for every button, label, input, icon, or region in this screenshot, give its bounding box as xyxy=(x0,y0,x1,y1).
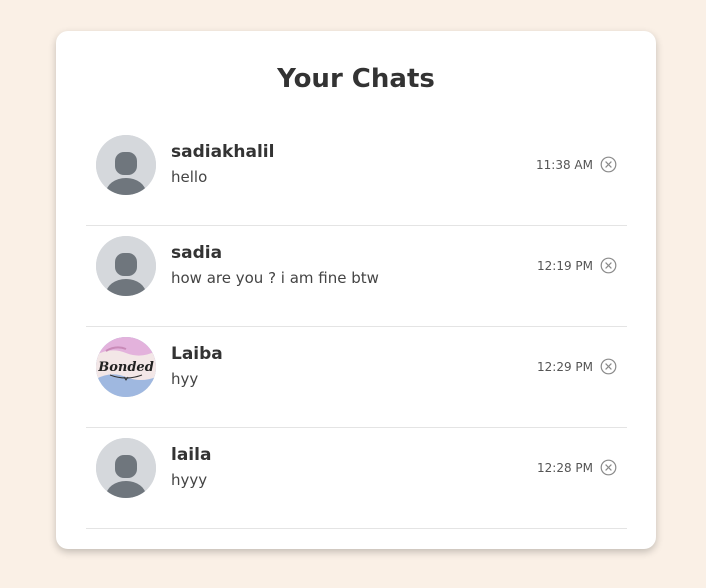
delete-chat-icon[interactable] xyxy=(600,257,617,274)
profile-photo-avatar: Bonded xyxy=(96,337,156,397)
chat-item-laila[interactable]: laila hyyy 12:28 PM xyxy=(86,428,627,529)
chat-last-message: hyy xyxy=(171,370,199,388)
chat-timestamp: 12:19 PM xyxy=(537,259,593,273)
chat-item-sadiakhalil[interactable]: sadiakhalil hello 11:38 AM xyxy=(86,125,627,226)
delete-chat-icon[interactable] xyxy=(600,459,617,476)
chat-name: laila xyxy=(171,445,212,465)
chat-timestamp: 12:28 PM xyxy=(537,461,593,475)
chat-timestamp: 12:29 PM xyxy=(537,360,593,374)
chat-name: Laiba xyxy=(171,344,223,364)
chat-timestamp: 11:38 AM xyxy=(536,158,593,172)
chat-last-message: hyyy xyxy=(171,471,208,489)
default-avatar-icon xyxy=(96,236,156,296)
chats-card: Your Chats sadiakhalil hello 11:38 AM sa… xyxy=(56,31,656,549)
default-avatar-icon xyxy=(96,438,156,498)
chat-item-laiba[interactable]: Bonded Laiba hyy 12:29 PM xyxy=(86,327,627,428)
chat-last-message: how are you ? i am fine btw xyxy=(171,269,379,287)
delete-chat-icon[interactable] xyxy=(600,156,617,173)
chat-name: sadia xyxy=(171,243,223,263)
page-title: Your Chats xyxy=(277,64,435,94)
avatar-bonded-text: Bonded xyxy=(97,360,154,375)
chat-list: sadiakhalil hello 11:38 AM sadia how are xyxy=(86,125,627,529)
delete-chat-icon[interactable] xyxy=(600,358,617,375)
chat-name: sadiakhalil xyxy=(171,142,275,162)
chat-last-message: hello xyxy=(171,168,208,186)
chat-item-sadia[interactable]: sadia how are you ? i am fine btw 12:19 … xyxy=(86,226,627,327)
default-avatar-icon xyxy=(96,135,156,195)
